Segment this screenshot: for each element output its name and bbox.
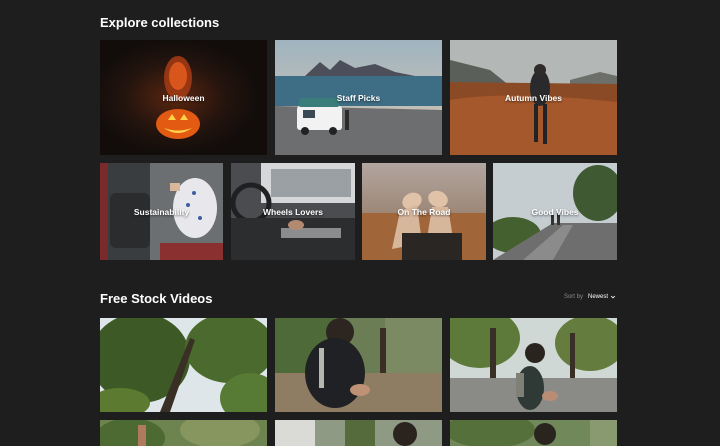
collection-label-good-vibes: Good Vibes [531, 206, 579, 217]
sort-bar: Sort by Newest [564, 294, 616, 300]
park-thumbnail [450, 420, 617, 446]
collection-label-on-the-road: On The Road [397, 206, 451, 217]
tree-canopy-thumbnail [100, 318, 267, 412]
video-thumbnail[interactable] [100, 318, 267, 412]
collection-label-autumn-vibes: Autumn Vibes [505, 92, 562, 103]
collection-label-halloween: Halloween [162, 92, 205, 103]
collection-tile-wheels-lovers[interactable]: Wheels Lovers [231, 163, 355, 260]
sort-label: Sort by [563, 294, 583, 300]
video-thumbnail[interactable] [450, 318, 617, 412]
collections-title: Explore collections [100, 15, 220, 30]
video-thumbnail[interactable] [450, 420, 617, 446]
video-thumbnail[interactable] [100, 420, 267, 446]
stock-videos-title: Free Stock Videos [100, 291, 213, 306]
collection-tile-on-the-road[interactable]: On The Road [362, 163, 486, 260]
collection-label-staff-picks: Staff Picks [336, 92, 381, 103]
collection-label-sustainability: Sustainability [133, 206, 190, 217]
collection-tile-staff-picks[interactable]: Staff Picks [275, 40, 442, 155]
collection-tile-good-vibes[interactable]: Good Vibes [493, 163, 617, 260]
video-thumbnail[interactable] [275, 420, 442, 446]
video-thumbnail[interactable] [275, 318, 442, 412]
collection-tile-sustainability[interactable]: Sustainability [100, 163, 223, 260]
forest-thumbnail [100, 420, 267, 446]
collection-tile-halloween[interactable]: Halloween [100, 40, 267, 155]
park-walk-thumbnail [450, 318, 617, 412]
person-thumbnail [275, 420, 442, 446]
sort-dropdown[interactable]: Newest [588, 294, 616, 300]
collection-tile-autumn-vibes[interactable]: Autumn Vibes [450, 40, 617, 155]
person-with-phone-thumbnail [275, 318, 442, 412]
sort-value: Newest [587, 294, 608, 300]
chevron-down-icon [610, 295, 616, 299]
collection-label-wheels-lovers: Wheels Lovers [263, 206, 323, 217]
